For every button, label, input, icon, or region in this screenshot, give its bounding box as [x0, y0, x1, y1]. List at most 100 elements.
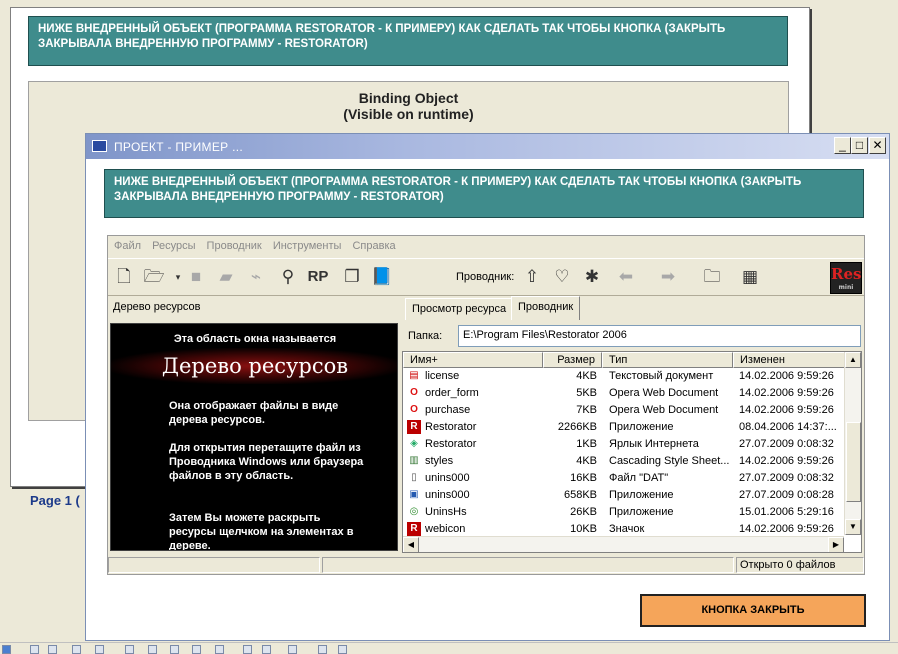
project-window: ПРОЕКТ - ПРИМЕР ... _ □ ✕ НИЖЕ ВНЕДРЕННЫ…	[85, 133, 890, 641]
favorites-icon[interactable]: ♡	[550, 265, 574, 289]
maximize-button[interactable]: □	[851, 137, 868, 154]
toolbar-icon[interactable]	[170, 645, 179, 654]
file-size: 26KB	[570, 506, 597, 518]
uninshs-icon: ◎	[407, 505, 421, 519]
menu-tools[interactable]: Инструменты	[273, 240, 342, 252]
page-banner: НИЖЕ ВНЕДРЕННЫЙ ОБЪЕКТ (ПРОГРАММА RESTOR…	[28, 16, 788, 66]
new-folder-icon[interactable]: 🗀	[700, 265, 724, 289]
column-type[interactable]: Тип	[602, 352, 733, 368]
opera-icon: O	[407, 403, 421, 417]
save-icon[interactable]: ■	[184, 265, 208, 289]
tree-panel-subtitle: Эта область окна называется	[173, 333, 337, 345]
toolbar-icon[interactable]	[338, 645, 347, 654]
minimize-button[interactable]: _	[834, 137, 851, 154]
book-icon[interactable]: 📘	[370, 265, 394, 289]
status-panel	[322, 557, 734, 573]
close-embedded-button[interactable]: КНОПКА ЗАКРЫТЬ	[640, 594, 866, 627]
folder-icon[interactable]: ▰	[214, 265, 238, 289]
star-folder-icon[interactable]: ✱	[580, 265, 604, 289]
open-file-icon[interactable]: 🗁	[142, 265, 166, 289]
search-icon[interactable]: ⚲	[276, 265, 300, 289]
scroll-right-icon[interactable]: ▶	[828, 537, 844, 552]
tab-resource-view[interactable]: Просмотр ресурса	[405, 298, 514, 320]
toolbar-icon[interactable]	[30, 645, 39, 654]
close-window-button[interactable]: ✕	[869, 137, 886, 154]
menu-resources[interactable]: Ресурсы	[152, 240, 195, 252]
status-open-files: Открыто 0 файлов	[736, 557, 864, 573]
file-row[interactable]: ▣ unins000 658KB Приложение 27.07.2009 0:08:…	[403, 487, 845, 504]
toolbar-icon[interactable]	[288, 645, 297, 654]
window-title: ПРОЕКТ - ПРИМЕР ...	[114, 140, 243, 154]
file-type: Ярлык Интернета	[609, 438, 699, 450]
file-type: Текстовый документ	[609, 370, 714, 382]
file-modified: 15.01.2006 5:29:16	[739, 506, 834, 518]
scroll-down-icon[interactable]: ▼	[845, 519, 861, 535]
resource-properties-icon[interactable]: RP	[306, 265, 330, 289]
toolbar-icon[interactable]	[215, 645, 224, 654]
copy-icon[interactable]: ❐	[340, 265, 364, 289]
toolbar-icon[interactable]	[148, 645, 157, 654]
file-name: unins000	[425, 472, 470, 484]
file-row[interactable]: Oorder_form 5KB Opera Web Document 14.02.20…	[403, 385, 845, 402]
file-row[interactable]: ◎ UninsHs 26KB Приложение 15.01.2006 5:29:16	[403, 504, 845, 521]
file-modified: 27.07.2009 0:08:32	[739, 438, 834, 450]
restorator-logo: Res mini	[830, 262, 862, 294]
up-folder-icon[interactable]: ⇧	[520, 265, 544, 289]
file-row[interactable]: ▥ styles 4KB Cascading Style Sheet... 14.02.…	[403, 453, 845, 470]
file-list: Имя+ Размер Тип Изменен ▤ license 4KB Текст…	[402, 351, 862, 553]
scroll-thumb[interactable]	[846, 422, 861, 502]
window-banner: НИЖЕ ВНЕДРЕННЫЙ ОБЪЕКТ (ПРОГРАММА RESTOR…	[104, 169, 864, 218]
explorer-toolbar-label: Проводник:	[456, 271, 515, 283]
file-row[interactable]: Opurchase 7KB Opera Web Document 14.02.2006…	[403, 402, 845, 419]
file-row[interactable]: R Restorator 2266KB Приложение 08.04.2006 14…	[403, 419, 845, 436]
column-modified[interactable]: Изменен	[733, 352, 845, 368]
file-type: Opera Web Document	[609, 404, 719, 416]
menu-file[interactable]: Файл	[114, 240, 141, 252]
menu-explorer[interactable]: Проводник	[207, 240, 262, 252]
toolbar-icon[interactable]	[48, 645, 57, 654]
tree-panel-paragraph: Затем Вы можете раскрыть ресурсы щелчком…	[169, 512, 354, 551]
new-file-icon[interactable]: 🗋	[112, 265, 136, 289]
window-titlebar[interactable]: ПРОЕКТ - ПРИМЕР ... _ □ ✕	[86, 134, 889, 159]
tab-explorer[interactable]: Проводник	[511, 296, 581, 320]
toolbar-icon[interactable]	[262, 645, 271, 654]
toolbar-icon[interactable]	[192, 645, 201, 654]
file-name: styles	[425, 455, 454, 467]
toolbar-icon[interactable]	[318, 645, 327, 654]
toolbar-icon[interactable]	[2, 645, 11, 654]
file-modified: 14.02.2006 9:59:26	[739, 523, 834, 535]
forward-arrow-icon[interactable]: ➡	[656, 265, 680, 289]
file-type: Приложение	[609, 489, 674, 501]
toolbar-icon[interactable]	[243, 645, 252, 654]
vertical-scrollbar[interactable]: ▲ ▼	[844, 352, 861, 535]
file-modified: 27.07.2009 0:08:32	[739, 472, 834, 484]
text-doc-icon: ▤	[407, 369, 421, 383]
binding-title: Binding Object	[358, 90, 459, 106]
file-size: 5KB	[576, 387, 597, 399]
menu-help[interactable]: Справка	[352, 240, 395, 252]
file-row[interactable]: ▯ unins000 16KB Файл "DAT" 27.07.2009 0:08:3…	[403, 470, 845, 487]
file-row[interactable]: ◈ Restorator 1KB Ярлык Интернета 27.07.2009 …	[403, 436, 845, 453]
scroll-up-icon[interactable]: ▲	[845, 352, 861, 368]
toolbar-icon[interactable]	[95, 645, 104, 654]
file-row[interactable]: ▤ license 4KB Текстовый документ 14.02.2006 …	[403, 368, 845, 385]
folder-path-input[interactable]: E:\Program Files\Restorator 2006	[458, 325, 861, 347]
horizontal-scrollbar[interactable]: ◀ ▶	[403, 536, 844, 552]
restorator-icon: R	[407, 522, 421, 536]
internet-shortcut-icon: ◈	[407, 437, 421, 451]
toolbar-icon[interactable]	[72, 645, 81, 654]
back-arrow-icon[interactable]: ⬅	[614, 265, 638, 289]
column-size[interactable]: Размер	[543, 352, 602, 368]
restorator-embedded: Файл Ресурсы Проводник Инструменты Справ…	[107, 235, 865, 575]
window-app-icon	[92, 140, 107, 152]
file-size: 658KB	[563, 489, 597, 501]
toolbar-icon[interactable]	[125, 645, 134, 654]
file-name: unins000	[425, 489, 470, 501]
page-tab-label[interactable]: Page 1 (	[30, 493, 80, 508]
resource-tree-panel[interactable]: Эта область окна называется Дерево ресур…	[110, 323, 398, 551]
column-name[interactable]: Имя+	[403, 352, 543, 368]
view-mode-icon[interactable]: ▦	[738, 265, 762, 289]
scroll-left-icon[interactable]: ◀	[403, 537, 419, 552]
file-row[interactable]: Rwebicon 10KB Значок 14.02.2006 9:59:26	[403, 521, 845, 536]
extract-icon[interactable]: ⌁	[244, 265, 268, 289]
